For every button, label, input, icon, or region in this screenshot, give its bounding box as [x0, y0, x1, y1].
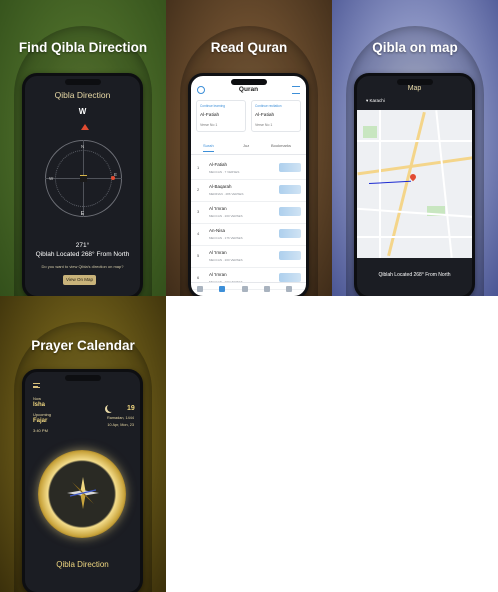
panel-headline: Qibla on map	[372, 40, 458, 55]
tab-bar: Surah Juz Bookmarks	[191, 143, 306, 155]
upcoming-time: 3:40 PM	[33, 428, 48, 433]
qibla-degrees: 271°	[75, 242, 90, 249]
location-label: ▾ Karachi	[366, 98, 385, 103]
bottom-nav	[191, 282, 306, 296]
tab-bookmarks[interactable]: Bookmarks	[271, 143, 291, 148]
upcoming-prayer: Fajar	[33, 418, 48, 424]
home-icon[interactable]	[197, 286, 203, 292]
now-prayer: Isha	[33, 402, 46, 408]
surah-number: 5	[197, 253, 200, 258]
surah-name: Al-Fatiah	[209, 162, 228, 167]
surah-name: Al 'Imran	[209, 206, 227, 211]
surah-name: Al 'Imran	[209, 250, 227, 255]
map-road	[357, 236, 472, 238]
list-item[interactable]: 3 Al 'Imran MECCAN · 200 VERSES	[191, 202, 306, 224]
card-label: Continue recitation	[255, 104, 282, 108]
qibla-location-text: Qiblah Located 268° From North	[35, 251, 130, 258]
surah-number: 2	[197, 187, 200, 192]
surah-name: Al-Baqarah	[209, 184, 232, 189]
book-icon[interactable]	[219, 286, 225, 292]
card-surah: Al-Fatiah	[200, 113, 220, 118]
top-bar: Quran	[191, 84, 306, 98]
qibla-marker-icon	[111, 176, 115, 180]
bulb-icon[interactable]	[264, 286, 270, 292]
surah-number: 3	[197, 209, 200, 214]
phone-frame: Now Isha Upcoming Fajar 3:40 PM 19 Ramad…	[22, 369, 143, 592]
upcoming-label: Upcoming	[33, 412, 52, 417]
moon-icon	[107, 404, 115, 412]
map-view[interactable]	[357, 110, 472, 258]
map-prompt-text: Do you want to view Qibla's direction on…	[41, 264, 124, 269]
calligraphy-icon	[279, 207, 301, 216]
day-number: 19	[127, 405, 135, 412]
list-item[interactable]: 5 Al 'Imran MECCAN · 200 VERSES	[191, 246, 306, 268]
panel-headline: Read Quran	[210, 40, 288, 55]
gear-icon[interactable]	[286, 286, 292, 292]
surah-meta: MECCAN · 200 VERSES	[209, 214, 243, 218]
dial-north-label: N	[81, 144, 85, 149]
surah-name: An-Nisa	[209, 228, 226, 233]
view-on-map-button[interactable]: View On Map	[63, 275, 96, 285]
phone-frame: Qibla Direction W N W E E 271° Qiblah Lo…	[22, 73, 143, 296]
surah-meta: MECCAN · 176 VERSES	[209, 236, 243, 240]
surah-meta: MECCAN · 7 VERSES	[209, 170, 240, 174]
screen-title: Qibla Direction	[54, 90, 111, 100]
surah-meta: MEDINAN · 286 VERSES	[209, 192, 244, 196]
screen-title: Map	[407, 85, 422, 92]
calligraphy-icon	[279, 163, 301, 172]
calligraphy-icon	[279, 229, 301, 238]
heading-letter: W	[78, 107, 87, 116]
calligraphy-icon	[279, 185, 301, 194]
filter-icon[interactable]	[292, 86, 300, 94]
menu-icon[interactable]	[33, 383, 40, 388]
screen-title: Quran	[238, 86, 259, 93]
map-park	[363, 126, 377, 138]
dial-west-label: W	[49, 176, 54, 181]
calligraphy-icon	[279, 251, 301, 260]
map-road	[357, 207, 472, 219]
surah-number: 4	[197, 231, 200, 236]
list-item[interactable]: 2 Al-Baqarah MEDINAN · 286 VERSES	[191, 180, 306, 202]
card-verse: Verse No 1	[200, 123, 218, 127]
bag-icon[interactable]	[242, 286, 248, 292]
app-store-collage: Find Qibla Direction Qibla Direction W N…	[0, 0, 498, 592]
continue-recitation-card[interactable]: Continue recitation Al-Fatiah Verse No 1	[251, 100, 301, 132]
compass-icon	[67, 477, 99, 509]
panel-headline: Find Qibla Direction	[18, 40, 148, 55]
card-surah: Al-Fatiah	[255, 113, 275, 118]
map-road	[357, 140, 472, 142]
phone-frame: Quran Continue learning Al-Fatiah Verse …	[188, 73, 309, 296]
dial-bottom-label: E	[80, 211, 85, 217]
hijri-date: Ramadan, 1444	[106, 416, 134, 420]
panel-headline: Prayer Calendar	[31, 338, 135, 353]
phone-notch	[64, 79, 101, 85]
list-item[interactable]: 4 An-Nisa MECCAN · 176 VERSES	[191, 224, 306, 246]
gregorian-date: 10 Apr, Mon, 23	[107, 423, 134, 427]
continue-learning-card[interactable]: Continue learning Al-Fatiah Verse No 1	[196, 100, 246, 132]
card-label: Continue learning	[200, 104, 225, 108]
tab-surah[interactable]: Surah	[203, 143, 214, 152]
surah-number: 6	[197, 275, 200, 280]
list-item[interactable]: 1 Al-Fatiah MECCAN · 7 VERSES	[191, 158, 306, 180]
qibla-pointer-icon	[81, 124, 89, 130]
surah-meta: MECCAN · 200 VERSES	[209, 258, 243, 262]
surah-number: 1	[197, 165, 200, 170]
now-label: Now	[33, 396, 42, 401]
panel-qibla-direction: Find Qibla Direction Qibla Direction W N…	[0, 0, 166, 296]
map-road	[387, 111, 426, 257]
phone-notch	[64, 375, 101, 381]
panel-read-quran: Read Quran Quran Continue learning Al-Fa…	[166, 0, 332, 296]
calligraphy-icon	[279, 273, 301, 282]
map-road	[357, 155, 472, 176]
footer-title: Qibla Direction	[56, 560, 109, 569]
qibla-location-text: Qiblah Located 268° From North	[378, 272, 451, 278]
panel-qibla-map: Qibla on map Map ▾ Karachi Qiblah Locate…	[332, 0, 498, 296]
location-name: Karachi	[369, 98, 385, 103]
panel-prayer-calendar: Prayer Calendar Now Isha Upcoming Fajar …	[0, 296, 166, 592]
tab-juz[interactable]: Juz	[243, 143, 249, 148]
surah-name: Al 'Imran	[209, 272, 227, 277]
card-verse: Verse No 1	[255, 123, 273, 127]
phone-frame: Map ▾ Karachi Qiblah Located 268° From N…	[354, 73, 475, 296]
kaaba-icon	[80, 175, 87, 182]
